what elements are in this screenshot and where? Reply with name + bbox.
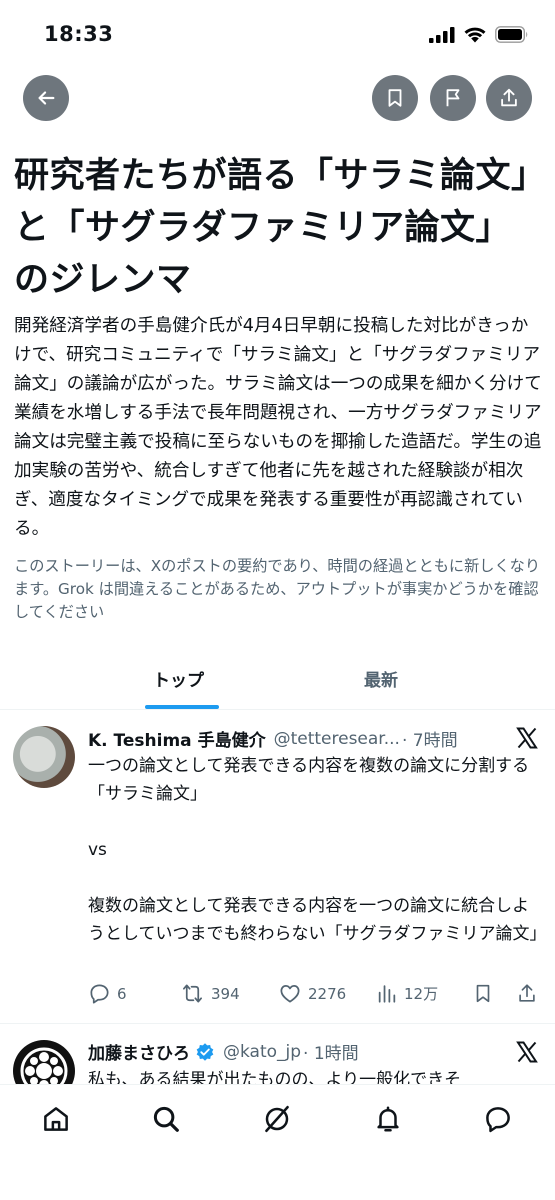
post-time: · 7時間 — [401, 731, 458, 751]
flag-button[interactable] — [430, 75, 476, 121]
bookmark-icon — [388, 89, 402, 107]
repost-count: 394 — [211, 984, 240, 1003]
repost-icon — [183, 984, 202, 1003]
status-icons — [429, 26, 529, 43]
verified-badge-icon — [196, 1042, 214, 1061]
share-icon[interactable] — [516, 982, 538, 1005]
reply-button[interactable]: 6 — [88, 982, 127, 1005]
search-icon — [153, 1106, 179, 1132]
x-logo-icon[interactable] — [515, 1040, 539, 1064]
bell-icon — [377, 1106, 399, 1132]
bookmark-button[interactable] — [372, 75, 418, 121]
reply-count: 6 — [117, 984, 127, 1003]
post-text: 私も、ある結果が出たものの、より一般化できそ — [88, 1070, 462, 1085]
nav-grok[interactable] — [261, 1103, 293, 1135]
nav-messages[interactable] — [482, 1103, 514, 1135]
tab-top[interactable]: トップ — [153, 666, 204, 691]
author-name[interactable]: K. Teshima 手島健介 — [88, 726, 266, 751]
post-header: 加藤まさひろ @kato_jp · 1時間 — [88, 1039, 508, 1065]
signal-icon — [429, 26, 455, 43]
home-icon — [44, 1107, 68, 1131]
views-button[interactable]: 12万 — [376, 982, 438, 1005]
tab-bar: トップ 最新 — [0, 650, 555, 710]
bookmark-icon[interactable] — [472, 982, 494, 1005]
like-button[interactable]: 2276 — [278, 982, 346, 1005]
post[interactable]: K. Teshima 手島健介 @tetteresear... · 7時間 一つ… — [0, 712, 555, 1024]
reply-icon — [90, 984, 109, 1004]
arrow-left-icon — [38, 91, 55, 105]
heart-icon — [280, 984, 300, 1003]
nav-notifications[interactable] — [372, 1103, 404, 1135]
bottom-nav — [0, 1084, 555, 1200]
nav-search[interactable] — [150, 1103, 182, 1135]
share-icon — [501, 88, 517, 107]
flag-icon — [446, 89, 460, 107]
active-tab-indicator — [145, 705, 219, 709]
tab-latest[interactable]: 最新 — [364, 666, 398, 691]
family-crest-icon — [20, 1047, 68, 1085]
author-name[interactable]: 加藤まさひろ — [88, 1039, 190, 1064]
avatar[interactable] — [13, 1040, 75, 1085]
views-chart-icon — [378, 985, 396, 1003]
repost-button[interactable]: 394 — [180, 982, 240, 1005]
article-title: 研究者たちが語る「サラミ論文」と「サグラダファミリア論文」のジレンマ — [14, 156, 530, 300]
post[interactable]: 加藤まさひろ @kato_jp · 1時間 私も、ある結果が出たものの、より一般… — [0, 1025, 555, 1085]
back-button[interactable] — [23, 75, 69, 121]
status-bar: 18:33 — [0, 0, 555, 70]
grok-disclaimer: このストーリーは、Xのポストの要約であり、時間の経過とともに新しくなります。Gr… — [14, 557, 541, 621]
article-summary: 開発経済学者の手島健介氏が4月4日早朝に投稿した対比がきっかけで、研究コミュニテ… — [14, 316, 542, 539]
post-header: K. Teshima 手島健介 @tetteresear... · 7時間 — [88, 726, 508, 752]
avatar[interactable] — [13, 726, 75, 788]
like-count: 2276 — [308, 984, 347, 1003]
wifi-icon — [464, 27, 486, 43]
grok-icon — [265, 1105, 289, 1133]
view-count: 12万 — [404, 985, 439, 1003]
author-handle[interactable]: @kato_jp — [223, 1042, 301, 1062]
status-time: 18:33 — [44, 22, 114, 46]
post-text: 一つの論文として発表できる内容を複数の論文に分割する「サラミ論文」 vs 複数の… — [88, 756, 547, 944]
battery-icon — [495, 26, 528, 43]
nav-home[interactable] — [40, 1103, 72, 1135]
post-time: · 1時間 — [303, 1044, 359, 1064]
share-button[interactable] — [486, 75, 532, 121]
author-handle[interactable]: @tetteresear... — [274, 729, 400, 749]
post-actions: 6 394 2276 12万 — [88, 982, 543, 1006]
x-logo-icon[interactable] — [515, 726, 539, 750]
chat-bubble-icon — [486, 1107, 510, 1133]
